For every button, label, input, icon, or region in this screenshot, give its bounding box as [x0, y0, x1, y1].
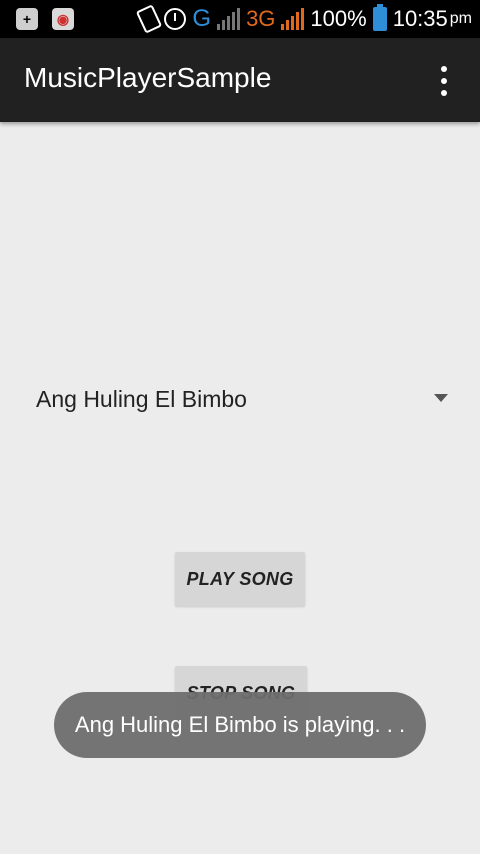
dropdown-arrow-icon — [434, 394, 448, 402]
status-bar: + ◉ G 3G 100% 10:35 pm — [0, 0, 480, 38]
status-right-icons: G 3G 100% 10:35 pm — [136, 4, 472, 34]
signal-g-icon — [217, 8, 241, 30]
toast-message: Ang Huling El Bimbo is playing. . . — [54, 692, 426, 758]
overflow-dot — [441, 90, 447, 96]
overflow-dot — [441, 78, 447, 84]
overflow-dot — [441, 66, 447, 72]
app-bar: MusicPlayerSample — [0, 38, 480, 122]
signal-3g-icon — [281, 8, 305, 30]
more-vert-icon[interactable] — [432, 66, 456, 96]
phone-rotate-icon — [136, 4, 163, 34]
clock-time: 10:35 — [392, 6, 448, 31]
network-g-label: G — [192, 5, 212, 32]
status-left-icons: + ◉ — [16, 8, 74, 30]
battery-icon — [372, 4, 387, 31]
spinner-selected-label: Ang Huling El Bimbo — [36, 386, 247, 412]
add-notification-icon: + — [16, 8, 38, 30]
chat-app-icon: ◉ — [52, 8, 74, 30]
clock-suffix: pm — [449, 10, 472, 27]
app-title: MusicPlayerSample — [24, 62, 272, 93]
song-spinner[interactable]: Ang Huling El Bimbo — [20, 372, 460, 428]
battery-percent: 100% — [310, 6, 367, 31]
network-3g-label: 3G — [246, 6, 276, 31]
play-song-button[interactable]: PLAY SONG — [175, 552, 305, 606]
alarm-icon — [164, 8, 187, 30]
